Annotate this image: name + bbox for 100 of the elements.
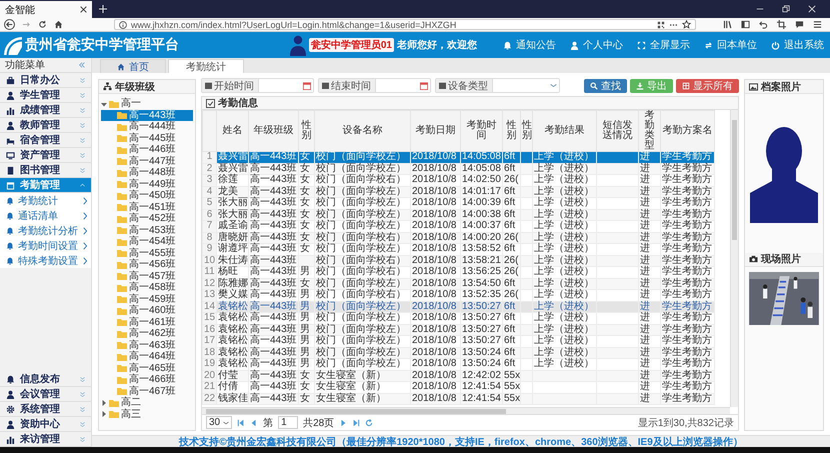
column-header[interactable]: 年级班级 <box>248 110 298 152</box>
table-row[interactable]: 2 聂兴雷 高一443班 女 校门（面向学校左） 2018/10/8 14:05:08 6ft 上学（进校） 进 学生考勤方 <box>202 163 714 174</box>
tree-item[interactable]: 高一444班 <box>101 121 193 132</box>
tree-item[interactable]: 高一443班 <box>101 110 193 121</box>
close-icon[interactable] <box>80 6 87 13</box>
last-page-icon[interactable] <box>352 418 360 426</box>
tree-item[interactable]: 高一446班 <box>101 144 193 156</box>
menu-item[interactable]: 考勤管理 <box>0 178 91 193</box>
table-row[interactable]: 17 袁铭松 高一443班 男 校门（面向学校左） 2018/10/8 13:50:27 6ft 上学（进校） 进 学生考勤方 <box>202 336 714 347</box>
page-size-select[interactable]: 30 <box>206 416 232 429</box>
caret-right-icon[interactable] <box>101 400 107 406</box>
caret-down-icon[interactable] <box>101 100 107 107</box>
header-link[interactable]: 通知公告 <box>503 38 556 52</box>
table-row[interactable]: 8 唐晓妍 高一443班 女 校门（面向学校右） 2018/10/8 14:00:20 26( 上学（进校） 进 学生考勤方 <box>202 232 714 244</box>
column-header[interactable]: 考勤日期 <box>410 110 460 152</box>
table-row[interactable]: 18 袁铭松 高一443班 男 校门（面向学校左） 2018/10/8 13:50:24 6ft 上学（进校） 进 学生考勤方 <box>202 347 714 358</box>
submenu-item[interactable]: 考勤时间设置 <box>0 238 91 253</box>
column-header[interactable]: 考勤类型 <box>638 110 660 152</box>
table-row[interactable]: 1 聂兴雷 高一443班 女 校门（面向学校左） 2018/10/8 14:05:08 6ft 上学（进校） 进 学生考勤方 <box>202 152 714 163</box>
action-button[interactable]: 显示所有 <box>676 78 739 92</box>
crop-icon[interactable] <box>777 20 786 29</box>
restore-icon[interactable] <box>782 5 790 13</box>
tree-item[interactable]: 高一448班 <box>101 167 193 178</box>
submenu-item[interactable]: 考勤统计 <box>0 193 91 208</box>
tree-item[interactable]: 高一466班 <box>101 374 193 386</box>
column-header[interactable]: 设备名称 <box>314 110 410 152</box>
column-header[interactable]: 姓名 <box>216 110 248 152</box>
tree-item[interactable]: 高一447班 <box>101 156 193 167</box>
table-row[interactable]: 4 龙美 高一443班 女 校门（面向学校左） 2018/10/8 14:01:17 6ft 上学（进校） 进 学生考勤方 <box>202 186 714 198</box>
header-link[interactable]: 个人中心 <box>570 38 623 52</box>
back-icon[interactable] <box>4 19 15 30</box>
page-input[interactable]: 1 <box>278 416 298 429</box>
tree-item[interactable]: 高一445班 <box>101 132 193 144</box>
tree-item[interactable]: 高一461班 <box>101 316 193 328</box>
table-row[interactable]: 12 陈雅娜 高一443班 女 校门（面向学校左） 2018/10/8 13:54:50 6ft 上学（进校） 进 学生考勤方 <box>202 278 714 290</box>
table-row[interactable]: 7 戚圣谕 高一443班 女 校门（面向学校左） 2018/10/8 14:00:37 6ft 上学（进校） 进 学生考勤方 <box>202 220 714 232</box>
menu-item[interactable]: 会议管理 <box>0 387 91 402</box>
table-row[interactable]: 20 付莹 高一443班 女 女生寝室（新） 2018/10/8 12:42:02 55x 进 学生考勤方 <box>202 370 714 382</box>
table-row[interactable]: 5 张大丽 高一443班 女 校门（面向学校左） 2018/10/8 14:00:39 6ft 上学（进校） 进 学生考勤方 <box>202 198 714 209</box>
tree-item[interactable]: 高一450班 <box>101 190 193 202</box>
table-row[interactable]: 19 袁铭松 高一443班 男 校门（面向学校左） 2018/10/8 13:50:24 6ft 上学（进校） 进 学生考勤方 <box>202 358 714 370</box>
tree-item[interactable]: 高二 <box>101 397 193 408</box>
table-row[interactable]: 9 谢遵坪 高一443班 女 校门（面向学校左） 2018/10/8 13:58:52 6ft 上学（进校） 进 学生考勤方 <box>202 244 714 255</box>
column-header[interactable]: 考勤结果 <box>532 110 596 152</box>
tree-item[interactable]: 高一449班 <box>101 178 193 190</box>
menu-item[interactable]: 宿舍管理 <box>0 133 91 148</box>
previous-page-icon[interactable] <box>250 418 258 426</box>
table-row[interactable]: 14 袁铭松 高一443班 男 校门（面向学校左） 2018/10/8 13:50:27 6ft 上学（进校） 进 学生考勤方 <box>202 301 714 312</box>
column-header[interactable]: 性别 <box>502 110 520 152</box>
new-tab-icon[interactable] <box>99 5 107 13</box>
qr-code-icon[interactable] <box>657 20 665 28</box>
menu-item[interactable]: 系统管理 <box>0 402 91 417</box>
menu-item[interactable]: 成绩管理 <box>0 103 91 118</box>
tree-item[interactable]: 高三 <box>101 408 193 420</box>
tree-item[interactable]: 高一456班 <box>101 259 193 270</box>
table-row[interactable]: 3 徐莲 高一443班 女 校门（面向学校右） 2018/10/8 14:02:50 26( 上学（进校） 进 学生考勤方 <box>202 174 714 186</box>
bookmark-star-icon[interactable] <box>682 20 691 29</box>
tree-item[interactable]: 高一 <box>101 98 193 110</box>
header-link[interactable]: 回本单位 <box>704 38 757 52</box>
action-button[interactable]: 查找 <box>584 78 627 92</box>
tree-item[interactable]: 高一459班 <box>101 294 193 305</box>
date-field[interactable] <box>375 79 430 92</box>
table-row[interactable]: 11 杨旺 高一443班 男 校门（面向学校右） 2018/10/8 13:56:25 26( 上学（进校） 进 学生考勤方 <box>202 266 714 278</box>
date-field[interactable] <box>258 79 313 92</box>
column-header[interactable]: 性别 <box>520 110 532 152</box>
table-row[interactable]: 6 张大丽 高一443班 女 校门（面向学校左） 2018/10/8 14:00:38 6ft 上学（进校） 进 学生考勤方 <box>202 209 714 220</box>
menu-item[interactable]: 资产管理 <box>0 148 91 163</box>
chat-icon[interactable] <box>795 20 804 29</box>
caret-right-icon[interactable] <box>101 411 107 418</box>
reload-icon[interactable] <box>38 20 47 29</box>
header-link[interactable]: 全屏显示 <box>637 38 690 52</box>
menu-item[interactable]: 教师管理 <box>0 118 91 133</box>
column-header[interactable]: 短信发送情况 <box>596 110 638 152</box>
menu-item[interactable]: 日常办公 <box>0 73 91 88</box>
tree-item[interactable]: 高一454班 <box>101 236 193 248</box>
tree-item[interactable]: 高一467班 <box>101 386 193 397</box>
menu-item[interactable]: 学生管理 <box>0 88 91 103</box>
tree-item[interactable]: 高一452班 <box>101 213 193 224</box>
page-tab[interactable]: 首页 <box>100 59 166 73</box>
tree-item[interactable]: 高一455班 <box>101 248 193 259</box>
column-header[interactable]: 考勤时间 <box>460 110 502 152</box>
menu-icon[interactable] <box>813 20 822 29</box>
tree-item[interactable]: 高一460班 <box>101 305 193 316</box>
table-row[interactable]: 22 钱家佳 高一443班 女 女生寝室（新） 2018/10/8 12:41:54 55x 进 学生考勤方 <box>202 393 714 404</box>
column-header[interactable]: 性别 <box>298 110 314 152</box>
column-header[interactable]: 考勤方案名 <box>660 110 714 152</box>
table-row[interactable]: 10 朱仕涛 高一443班 校门（面向学校右） 2018/10/8 13:58:21 26( 上学（进校） 进 学生考勤方 <box>202 255 714 266</box>
tree-item[interactable]: 高一457班 <box>101 270 193 282</box>
menu-item[interactable]: 信息发布 <box>0 372 91 387</box>
table-row[interactable]: 21 付倩 高一443班 女 女生寝室（新） 2018/10/8 12:41:54 55x 进 学生考勤方 <box>202 382 714 393</box>
undo-icon[interactable] <box>759 20 768 29</box>
horizontal-scrollbar[interactable] <box>202 407 730 414</box>
vertical-scrollbar[interactable] <box>730 110 738 407</box>
next-page-icon[interactable] <box>339 418 348 426</box>
table-row[interactable]: 16 袁铭松 高一443班 男 校门（面向学校左） 2018/10/8 13:50:27 6ft 上学（进校） 进 学生考勤方 <box>202 324 714 336</box>
home-icon[interactable] <box>54 20 63 29</box>
tree-item[interactable]: 高一453班 <box>101 224 193 236</box>
sidebar-icon[interactable] <box>741 20 750 29</box>
tree-item[interactable]: 高一465班 <box>101 362 193 374</box>
tree-item[interactable]: 高一462班 <box>101 328 193 340</box>
